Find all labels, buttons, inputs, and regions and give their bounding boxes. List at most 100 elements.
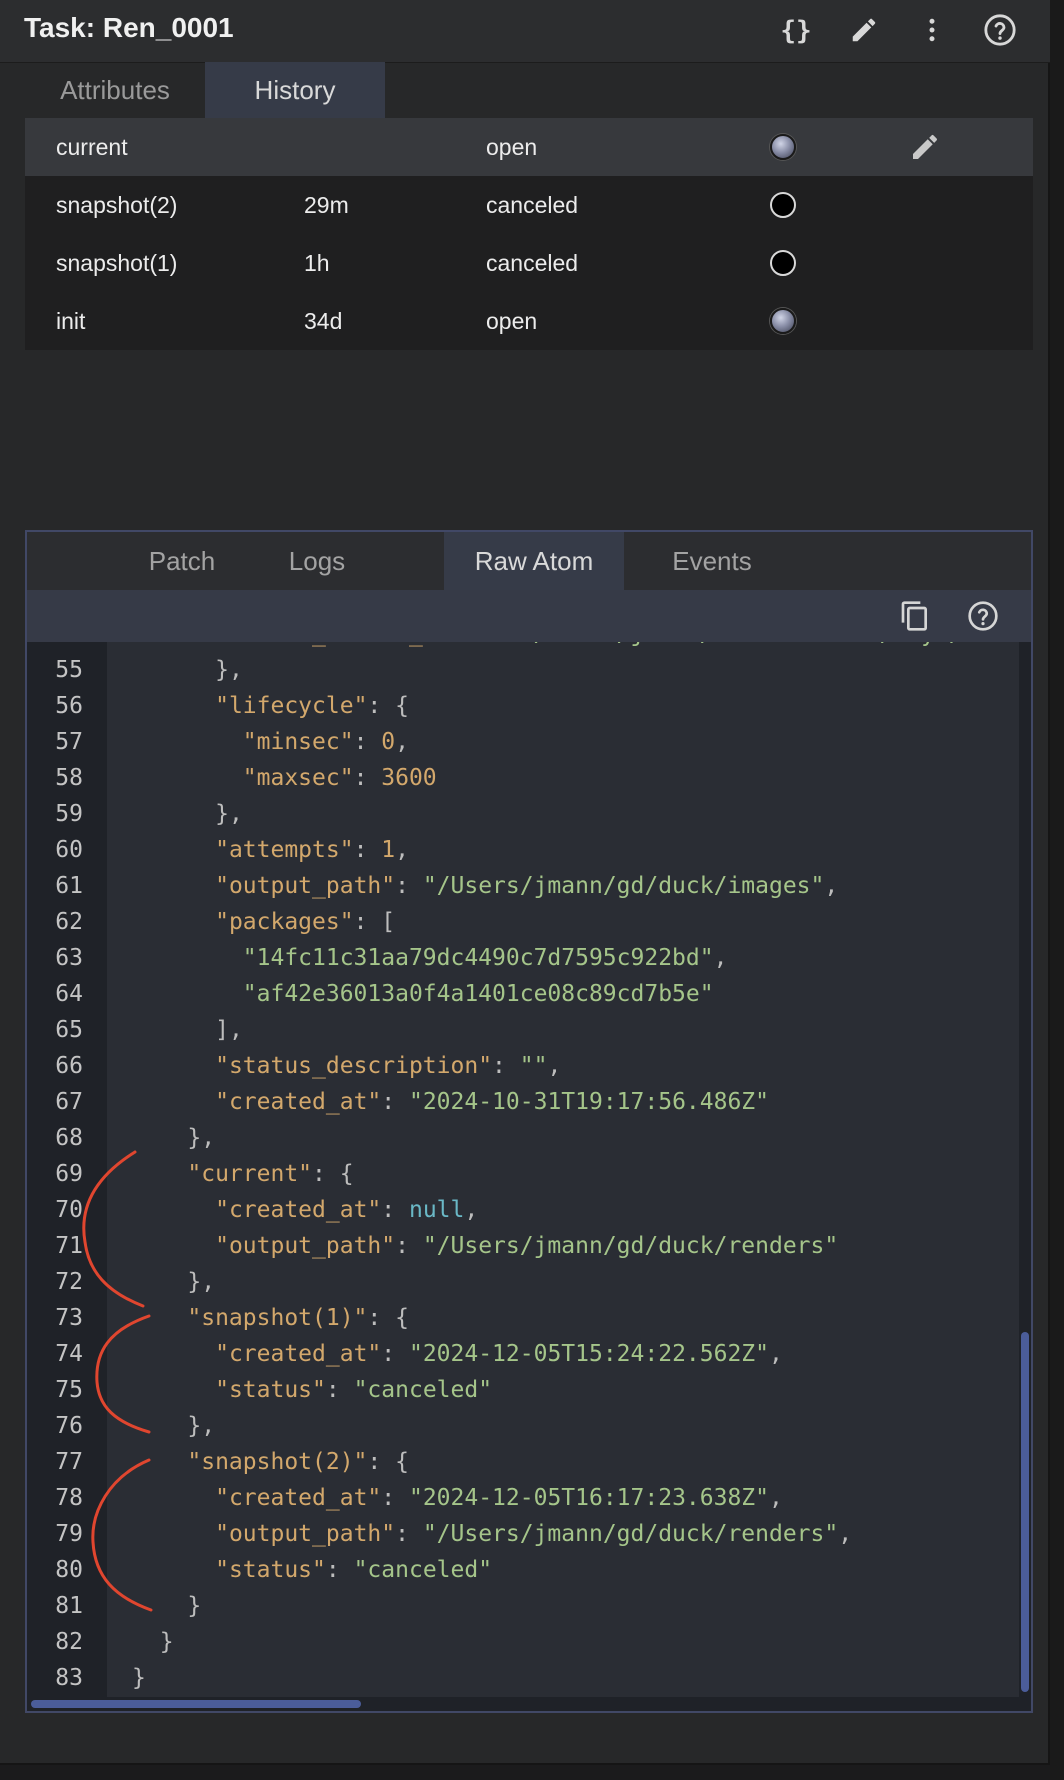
code-token: "" xyxy=(519,1053,548,1079)
code-text: "output_path": "/Users/jmann/gd/duck/ima… xyxy=(107,868,838,904)
tab-logs[interactable]: Logs xyxy=(252,532,382,590)
code-token: : xyxy=(353,837,382,863)
code-token: , xyxy=(824,873,839,899)
svg-text:{}: {} xyxy=(780,16,811,45)
code-line: 70 "created_at": null, xyxy=(27,1192,1031,1228)
code-line: 63 "14fc11c31aa79dc4490c7d7595c922bd", xyxy=(27,940,1031,976)
code-line: 75 "status": "canceled" xyxy=(27,1372,1031,1408)
code-line: 54 "MAYA_MODULE_PATH": "/Users/jmann/cor… xyxy=(27,642,1031,652)
code-line: 71 "output_path": "/Users/jmann/gd/duck/… xyxy=(27,1228,1031,1264)
line-number: 72 xyxy=(55,1269,83,1295)
tab-attributes[interactable]: Attributes xyxy=(25,62,205,118)
vertical-scroll-thumb[interactable] xyxy=(1021,1332,1029,1692)
code-text: } xyxy=(107,1588,201,1624)
code-text: "current": { xyxy=(107,1156,353,1192)
radio-button[interactable] xyxy=(770,192,796,218)
history-row-init[interactable]: init 34d open xyxy=(25,292,1033,350)
code-token: }, xyxy=(215,657,243,683)
code-token: "created_at" xyxy=(215,1197,382,1223)
tab-raw-atom[interactable]: Raw Atom xyxy=(444,532,624,590)
code-text: "lifecycle": { xyxy=(107,688,409,724)
code-token: , xyxy=(464,1197,479,1223)
help-icon[interactable] xyxy=(965,598,1001,634)
braces-icon[interactable]: {} xyxy=(776,10,816,50)
history-name: init xyxy=(56,308,86,334)
line-number: 80 xyxy=(55,1557,83,1583)
more-vert-icon[interactable] xyxy=(912,10,952,50)
code-line: 76 }, xyxy=(27,1408,1031,1444)
code-token: "created_at" xyxy=(215,1485,382,1511)
code-text: "snapshot(2)": { xyxy=(107,1444,409,1480)
code-token: : { xyxy=(367,1305,409,1331)
code-text: "snapshot(1)": { xyxy=(107,1300,409,1336)
detail-pane: Patch Logs Raw Atom Events 54 "MAYA_MODU… xyxy=(25,530,1033,1713)
code-token: : xyxy=(395,1233,423,1259)
code-text: } xyxy=(107,1660,146,1696)
radio-button[interactable] xyxy=(770,134,796,160)
code-token: : [ xyxy=(353,909,396,935)
code-text: }, xyxy=(107,1408,215,1444)
history-row-current[interactable]: current open xyxy=(25,118,1033,176)
line-number: 67 xyxy=(55,1089,83,1115)
code-text: "packages": [ xyxy=(107,904,395,940)
code-line: 69 "current": { xyxy=(27,1156,1031,1192)
line-number: 62 xyxy=(55,909,83,935)
code-token: "lifecycle" xyxy=(215,693,368,719)
line-number: 56 xyxy=(55,693,83,719)
code-text: }, xyxy=(107,1264,215,1300)
code-editor[interactable]: 54 "MAYA_MODULE_PATH": "/Users/jmann/cor… xyxy=(27,642,1031,1711)
code-text: "output_path": "/Users/jmann/gd/duck/ren… xyxy=(107,1228,838,1264)
line-number: 63 xyxy=(55,945,83,971)
code-text: }, xyxy=(107,1120,215,1156)
copy-icon[interactable] xyxy=(897,598,933,634)
code-token: : xyxy=(395,873,423,899)
history-name: current xyxy=(56,134,128,160)
code-token: "/Users/jmann/coreweaveDev/maya/sto xyxy=(520,642,1005,647)
code-token: "14fc11c31aa79dc4490c7d7595c922bd" xyxy=(242,945,714,971)
code-token: "snapshot(1)" xyxy=(187,1305,368,1331)
task-panel: Task: Ren_0001 {} Attributes History cur… xyxy=(0,0,1050,1765)
code-token: "2024-12-05T16:17:23.638Z" xyxy=(408,1485,769,1511)
code-token: : xyxy=(381,1341,409,1367)
code-text: "maxsec": 3600 xyxy=(107,760,437,796)
code-line: 65 ], xyxy=(27,1012,1031,1048)
code-token: : xyxy=(395,1521,423,1547)
help-icon[interactable] xyxy=(980,10,1020,50)
code-token: "attempts" xyxy=(215,837,354,863)
code-token: "2024-10-31T19:17:56.486Z" xyxy=(408,1089,769,1115)
code-line: 55 }, xyxy=(27,652,1031,688)
code-line: 68 }, xyxy=(27,1120,1031,1156)
code-token: "maxsec" xyxy=(242,765,354,791)
code-text: "status": "canceled" xyxy=(107,1372,492,1408)
code-token: }, xyxy=(187,1125,216,1151)
code-token: , xyxy=(547,1053,562,1079)
horizontal-scroll-thumb[interactable] xyxy=(31,1700,361,1708)
history-row-snapshot-2[interactable]: snapshot(2) 29m canceled xyxy=(25,176,1033,234)
code-line: 79 "output_path": "/Users/jmann/gd/duck/… xyxy=(27,1516,1031,1552)
radio-button[interactable] xyxy=(770,308,796,334)
radio-button[interactable] xyxy=(770,250,796,276)
line-number: 73 xyxy=(55,1305,83,1331)
tab-history[interactable]: History xyxy=(205,62,385,118)
code-line: 66 "status_description": "", xyxy=(27,1048,1031,1084)
tab-events[interactable]: Events xyxy=(637,532,787,590)
code-text: "created_at": null, xyxy=(107,1192,478,1228)
code-text: "MAYA_MODULE_PATH": "/Users/jmann/corewe… xyxy=(107,642,1005,652)
code-line: 57 "minsec": 0, xyxy=(27,724,1031,760)
history-row-snapshot-1[interactable]: snapshot(1) 1h canceled xyxy=(25,234,1033,292)
code-line: 74 "created_at": "2024-12-05T15:24:22.56… xyxy=(27,1336,1031,1372)
history-name: snapshot(2) xyxy=(56,192,178,218)
line-number: 57 xyxy=(55,729,83,755)
code-line: 59 }, xyxy=(27,796,1031,832)
window-edge xyxy=(1050,0,1064,1780)
code-token: "current" xyxy=(187,1161,313,1187)
edit-icon[interactable] xyxy=(909,131,941,163)
history-status: open xyxy=(486,134,538,160)
tab-patch[interactable]: Patch xyxy=(117,532,247,590)
code-token: , xyxy=(769,1485,783,1511)
code-text: "minsec": 0, xyxy=(107,724,409,760)
code-line: 80 "status": "canceled" xyxy=(27,1552,1031,1588)
line-number: 83 xyxy=(55,1665,83,1691)
pencil-icon[interactable] xyxy=(844,10,884,50)
code-token: ], xyxy=(215,1017,243,1043)
